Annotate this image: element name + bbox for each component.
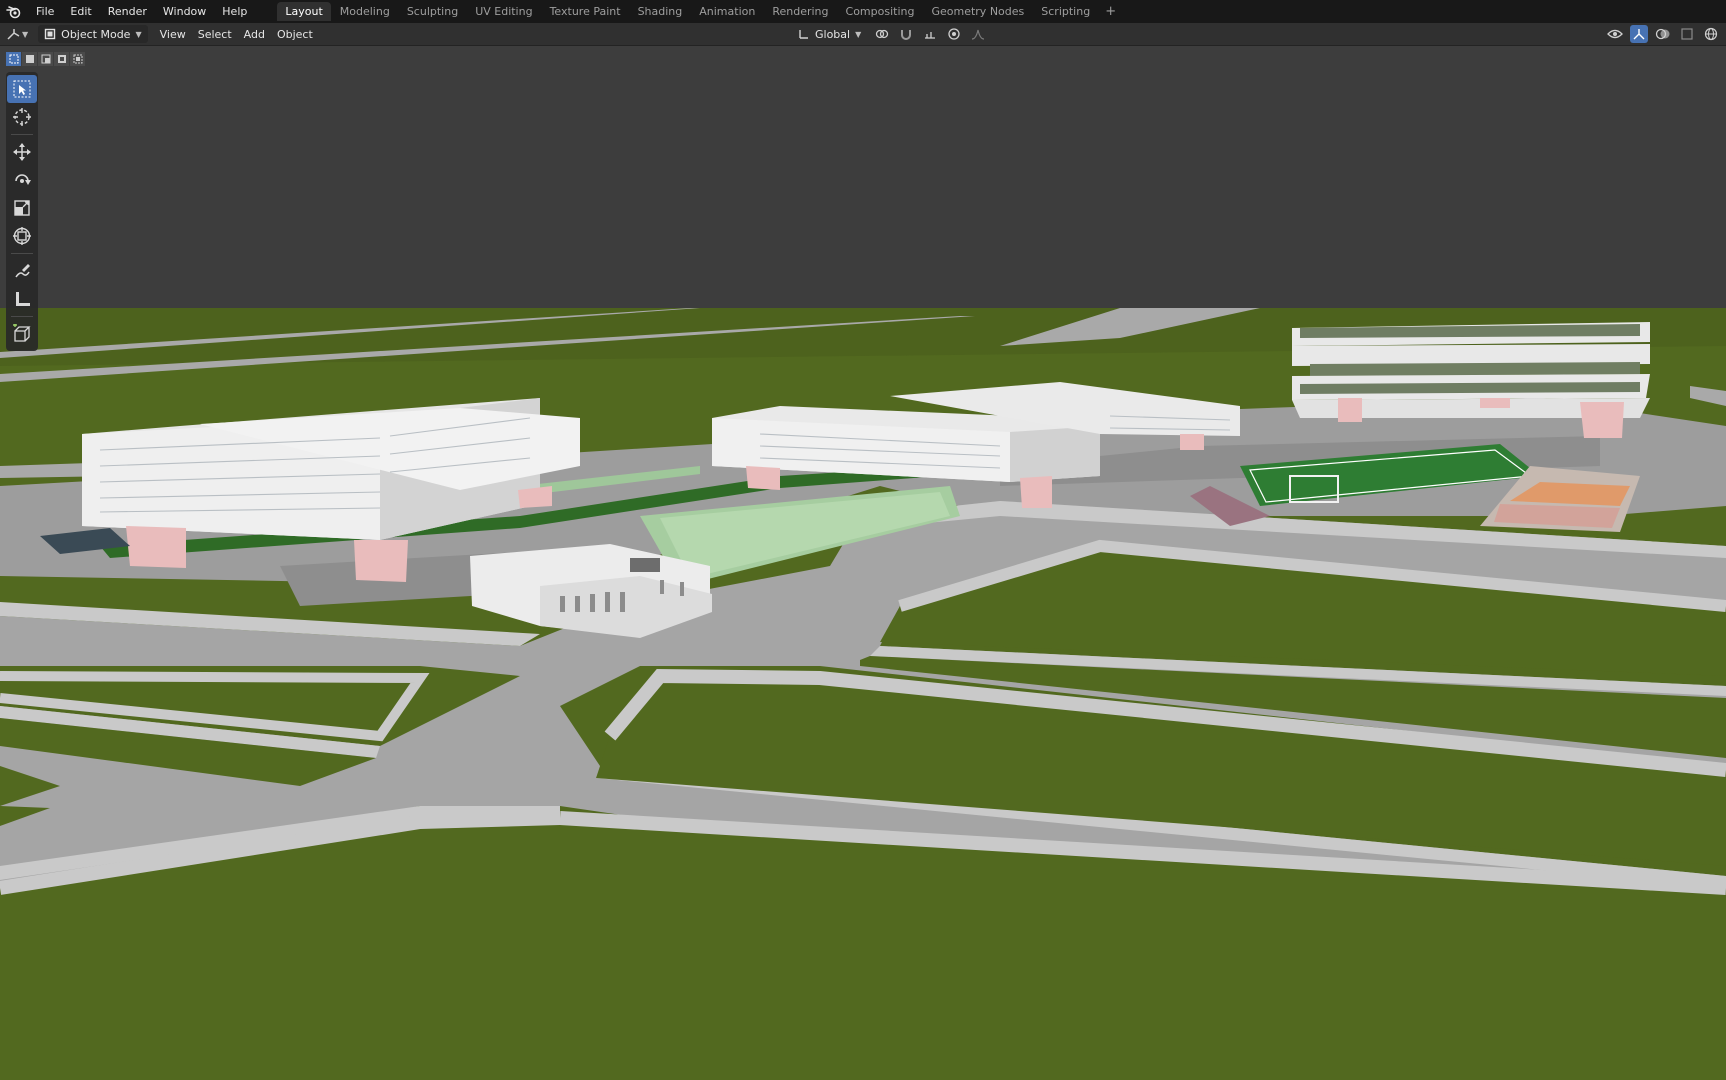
add-workspace-button[interactable]: + (1099, 4, 1122, 19)
snap-increment-icon[interactable] (921, 25, 939, 43)
measure-tool[interactable] (7, 285, 37, 313)
top-menu-bar: File Edit Render Window Help Layout Mode… (0, 0, 1726, 23)
editor-type-button[interactable]: ▼ (0, 25, 34, 43)
chevron-down-icon: ▼ (135, 29, 142, 39)
crosshair-icon (13, 108, 31, 126)
proportional-edit-icon[interactable] (945, 25, 963, 43)
tab-sculpting[interactable]: Sculpting (399, 2, 466, 21)
orientation-label: Global (815, 27, 851, 41)
menu-add[interactable]: Add (238, 25, 271, 43)
menu-edit[interactable]: Edit (62, 0, 99, 23)
select-subtract-icon[interactable] (38, 52, 53, 66)
scene-render (0, 46, 1726, 1080)
tab-rendering[interactable]: Rendering (764, 2, 836, 21)
chevron-down-icon: ▼ (855, 29, 862, 39)
annotate-tool[interactable] (7, 257, 37, 285)
mode-dropdown[interactable]: Object Mode ▼ (38, 25, 148, 43)
menu-object[interactable]: Object (271, 25, 319, 43)
menu-help[interactable]: Help (214, 0, 255, 23)
tab-shading[interactable]: Shading (630, 2, 691, 21)
editor-type-icon (7, 29, 20, 40)
chevron-down-icon: ▼ (22, 29, 29, 39)
cube-add-icon (13, 324, 31, 342)
tab-modeling[interactable]: Modeling (332, 2, 398, 21)
tab-scripting[interactable]: Scripting (1033, 2, 1098, 21)
workspace-tabs: Layout Modeling Sculpting UV Editing Tex… (277, 0, 1122, 23)
transform-tool[interactable] (7, 222, 37, 250)
viewport-header: ▼ Object Mode ▼ View Select Add Object G… (0, 23, 1726, 46)
tab-compositing[interactable]: Compositing (838, 2, 923, 21)
tab-animation[interactable]: Animation (691, 2, 763, 21)
add-cube-tool[interactable] (7, 320, 37, 348)
xray-toggle-icon[interactable] (1678, 25, 1696, 43)
tool-separator (11, 316, 33, 317)
3d-viewport[interactable] (0, 46, 1726, 1080)
pillar (126, 526, 186, 568)
menu-window[interactable]: Window (155, 0, 214, 23)
cursor-arrow-icon (13, 80, 31, 98)
tool-separator (11, 253, 33, 254)
cursor-tool[interactable] (7, 103, 37, 131)
menu-view[interactable]: View (154, 25, 192, 43)
transform-orientation-dropdown[interactable]: Global ▼ (792, 25, 867, 43)
wireframe-shading-icon[interactable] (1702, 25, 1720, 43)
overlays-icon[interactable] (1654, 25, 1672, 43)
select-new-icon[interactable] (6, 52, 21, 66)
transform-controls: Global ▼ (792, 23, 987, 45)
transform-icon (13, 227, 31, 245)
menu-file[interactable]: File (28, 0, 62, 23)
visibility-eye-icon[interactable] (1606, 25, 1624, 43)
pencil-icon (15, 264, 30, 278)
move-arrows-icon (13, 143, 31, 161)
move-tool[interactable] (7, 138, 37, 166)
falloff-curve-icon[interactable] (969, 25, 987, 43)
mode-label: Object Mode (61, 27, 131, 41)
tab-uv-editing[interactable]: UV Editing (467, 2, 540, 21)
menu-select[interactable]: Select (192, 25, 238, 43)
select-invert-icon[interactable] (54, 52, 69, 66)
pivot-point-icon[interactable] (873, 25, 891, 43)
rotate-tool[interactable] (7, 166, 37, 194)
rotate-icon (15, 174, 31, 185)
blender-logo-icon[interactable] (0, 0, 28, 23)
gizmo-toggle-icon[interactable] (1630, 25, 1648, 43)
scale-icon (14, 200, 30, 216)
viewport-display-controls (1606, 23, 1726, 45)
tab-layout[interactable]: Layout (277, 2, 331, 21)
select-intersect-icon[interactable] (70, 52, 85, 66)
select-mode-group (6, 52, 85, 66)
menu-render[interactable]: Render (100, 0, 155, 23)
object-mode-icon (44, 28, 56, 40)
select-box-tool[interactable] (7, 75, 37, 103)
scale-tool[interactable] (7, 194, 37, 222)
snap-magnet-icon[interactable] (897, 25, 915, 43)
ruler-icon (16, 292, 30, 306)
tool-separator (11, 134, 33, 135)
select-extend-icon[interactable] (22, 52, 37, 66)
tab-texture-paint[interactable]: Texture Paint (542, 2, 629, 21)
tool-shelf (6, 72, 38, 351)
tab-geometry-nodes[interactable]: Geometry Nodes (923, 2, 1032, 21)
orientation-icon (799, 30, 808, 39)
